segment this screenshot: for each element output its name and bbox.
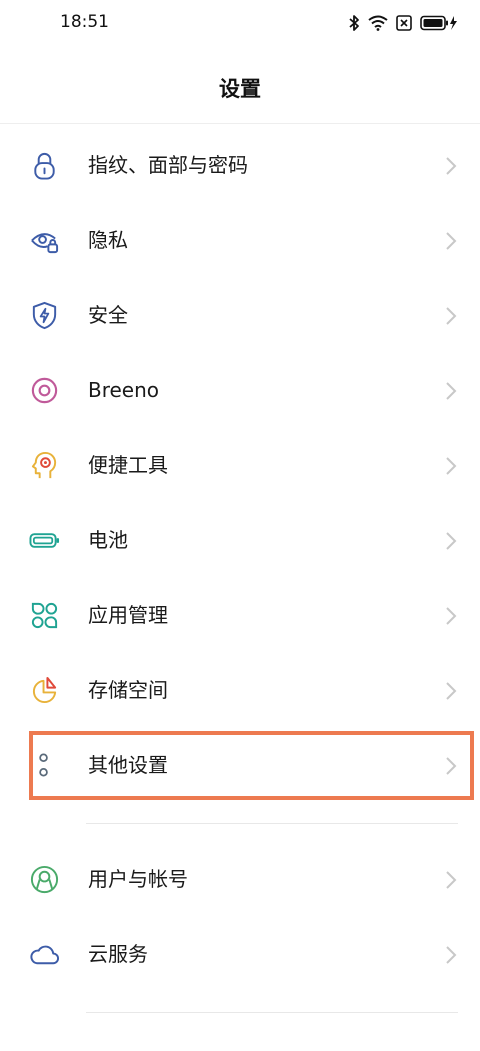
settings-item-app-management[interactable]: 应用管理 <box>0 578 480 653</box>
battery-charging-icon <box>420 15 458 31</box>
bluetooth-icon <box>348 14 360 32</box>
settings-item-cloud-service[interactable]: 云服务 <box>0 917 480 992</box>
chevron-right-icon <box>444 680 458 702</box>
settings-item-label: 存储空间 <box>88 678 168 702</box>
section-divider <box>86 1012 458 1013</box>
chevron-right-icon <box>444 305 458 327</box>
chevron-right-icon <box>444 380 458 402</box>
chevron-right-icon <box>444 605 458 627</box>
user-icon <box>29 864 60 895</box>
lock-icon <box>29 150 60 181</box>
settings-item-label: 隐私 <box>88 228 128 252</box>
battery-icon <box>29 525 60 556</box>
head-gear-icon <box>29 450 60 481</box>
settings-item-other-settings[interactable]: 其他设置 <box>0 728 480 803</box>
settings-item-label: 云服务 <box>88 942 148 966</box>
page-title: 设置 <box>219 77 261 101</box>
chevron-right-icon <box>444 944 458 966</box>
settings-item-security[interactable]: 安全 <box>0 278 480 353</box>
pie-chart-icon <box>29 675 60 706</box>
chevron-right-icon <box>444 755 458 777</box>
chevron-right-icon <box>444 869 458 891</box>
status-icons <box>348 12 458 34</box>
chevron-right-icon <box>444 530 458 552</box>
settings-item-storage[interactable]: 存储空间 <box>0 653 480 728</box>
status-bar: 18:51 <box>0 0 480 46</box>
settings-item-label: Breeno <box>88 378 160 402</box>
privacy-eye-icon <box>29 225 60 256</box>
settings-item-label: 指纹、面部与密码 <box>88 153 248 177</box>
settings-item-label: 应用管理 <box>88 603 168 627</box>
page-header: 设置 <box>0 62 480 116</box>
apps-grid-icon <box>29 600 60 631</box>
wifi-icon <box>368 15 388 31</box>
header-divider <box>0 123 480 124</box>
dots-icon <box>29 750 60 781</box>
settings-item-privacy[interactable]: 隐私 <box>0 203 480 278</box>
settings-item-convenience-tools[interactable]: 便捷工具 <box>0 428 480 503</box>
chevron-right-icon <box>444 155 458 177</box>
settings-item-users-accounts[interactable]: 用户与帐号 <box>0 842 480 917</box>
settings-item-breeno[interactable]: Breeno <box>0 353 480 428</box>
settings-item-label: 电池 <box>88 528 128 552</box>
settings-item-label: 其他设置 <box>88 753 168 777</box>
settings-item-label: 用户与帐号 <box>88 867 188 891</box>
settings-item-fingerprint-face-password[interactable]: 指纹、面部与密码 <box>0 128 480 203</box>
section-divider <box>86 823 458 824</box>
breeno-icon <box>29 375 60 406</box>
cloud-icon <box>29 939 60 970</box>
status-time: 18:51 <box>60 12 109 32</box>
chevron-right-icon <box>444 455 458 477</box>
settings-item-label: 安全 <box>88 303 128 327</box>
settings-item-label: 便捷工具 <box>88 453 168 477</box>
shield-icon <box>29 300 60 331</box>
sim-off-icon <box>396 15 412 31</box>
settings-item-battery[interactable]: 电池 <box>0 503 480 578</box>
chevron-right-icon <box>444 230 458 252</box>
